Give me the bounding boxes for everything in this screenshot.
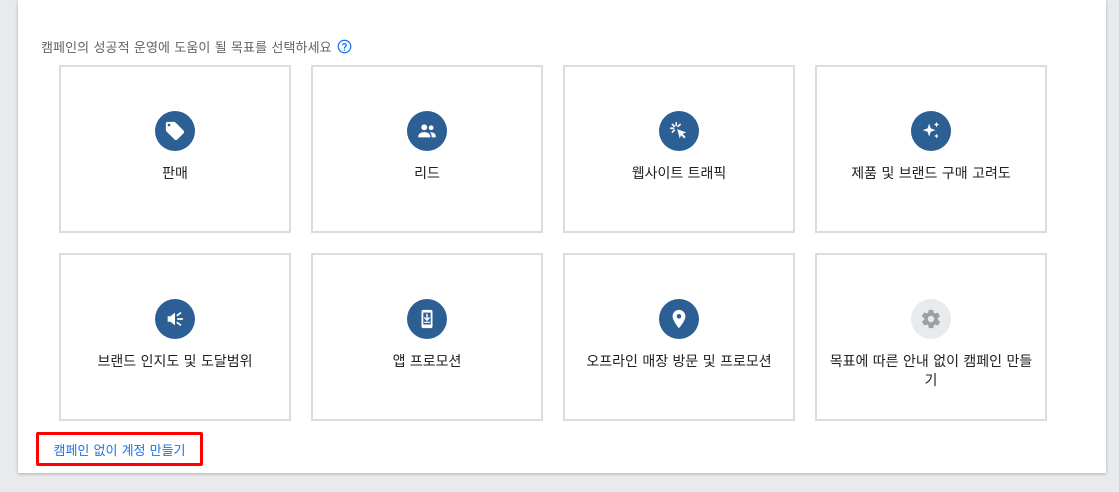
phone-download-icon xyxy=(407,299,447,339)
goal-card-no-goal[interactable]: 목표에 따른 안내 없이 캠페인 만들기 xyxy=(815,253,1047,421)
goal-card-sales[interactable]: 판매 xyxy=(59,65,291,233)
location-pin-icon xyxy=(659,299,699,339)
tag-icon xyxy=(155,111,195,151)
help-circle-icon[interactable] xyxy=(337,39,352,54)
goal-card-label: 제품 및 브랜드 구매 고려도 xyxy=(851,166,1011,182)
goal-prompt-text: 캠페인의 성공적 운영에 도움이 될 목표를 선택하세요 xyxy=(41,40,332,56)
goal-card-consideration[interactable]: 제품 및 브랜드 구매 고려도 xyxy=(815,65,1047,233)
goal-card-label: 리드 xyxy=(414,166,440,182)
gear-icon xyxy=(911,299,951,339)
goal-card-website-traffic[interactable]: 웹사이트 트래픽 xyxy=(563,65,795,233)
goal-card-label: 판매 xyxy=(162,166,188,182)
sparkle-icon xyxy=(911,111,951,151)
goal-prompt: 캠페인의 성공적 운영에 도움이 될 목표를 선택하세요 xyxy=(41,36,352,56)
create-account-without-campaign-highlight: 캠페인 없이 계정 만들기 xyxy=(36,432,203,466)
goal-card-label: 오프라인 매장 방문 및 프로모션 xyxy=(586,354,772,370)
goal-card-app-promotion[interactable]: 앱 프로모션 xyxy=(311,253,543,421)
cursor-click-icon xyxy=(659,111,699,151)
people-icon xyxy=(407,111,447,151)
goal-card-local-store-visits[interactable]: 오프라인 매장 방문 및 프로모션 xyxy=(563,253,795,421)
goal-card-label: 목표에 따른 안내 없이 캠페인 만들기 xyxy=(829,354,1033,389)
create-account-without-campaign-link[interactable]: 캠페인 없이 계정 만들기 xyxy=(54,440,186,459)
speaker-icon xyxy=(155,299,195,339)
goal-card-label: 웹사이트 트래픽 xyxy=(631,166,727,182)
goal-card-label: 앱 프로모션 xyxy=(392,354,462,370)
goal-card-label: 브랜드 인지도 및 도달범위 xyxy=(97,354,253,370)
goal-card-leads[interactable]: 리드 xyxy=(311,65,543,233)
goal-card-awareness-reach[interactable]: 브랜드 인지도 및 도달범위 xyxy=(59,253,291,421)
